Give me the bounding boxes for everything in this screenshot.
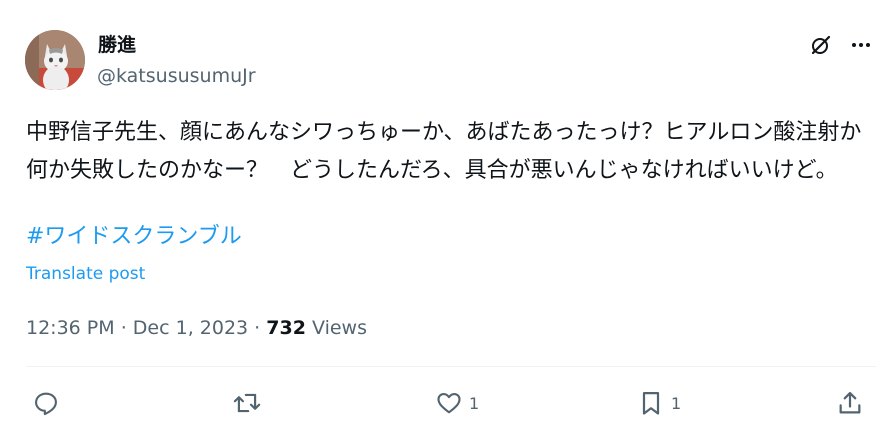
retweet-icon: [233, 393, 261, 413]
bookmark-button[interactable]: 1: [637, 388, 681, 418]
bookmark-icon: [642, 391, 660, 415]
translate-post-link[interactable]: Translate post: [26, 262, 145, 286]
hashtag-link[interactable]: #ワイドスクランブル: [26, 218, 242, 256]
like-button[interactable]: 1: [435, 388, 479, 418]
author-handle[interactable]: @katsususumuJr: [97, 64, 256, 88]
reply-icon: [35, 392, 57, 416]
meta-separator: ·: [254, 317, 261, 339]
cat-avatar-image: [25, 30, 85, 90]
tweet-card: 勝進 @katsususumuJr 中野信子先生、顔にあんなシワっちゅーか、あば…: [0, 0, 895, 433]
tweet-time[interactable]: 12:36 PM: [26, 317, 115, 339]
retweet-button[interactable]: [232, 388, 262, 418]
reply-button[interactable]: [32, 388, 60, 418]
views-count: 732: [266, 317, 306, 339]
more-options-button[interactable]: [846, 30, 876, 60]
share-button[interactable]: [836, 388, 864, 418]
avatar[interactable]: [25, 30, 85, 90]
grok-icon: [811, 35, 831, 55]
bookmark-count: 1: [671, 393, 682, 413]
like-count: 1: [469, 393, 480, 413]
meta-separator: ·: [120, 317, 127, 339]
divider: [26, 366, 876, 367]
views-label: Views: [311, 317, 367, 339]
heart-icon: [437, 392, 461, 414]
tweet-meta: 12:36 PM · Dec 1, 2023 · 732 Views: [26, 316, 367, 340]
more-icon: [852, 43, 870, 47]
author-display-name[interactable]: 勝進: [98, 33, 136, 57]
tweet-date[interactable]: Dec 1, 2023: [133, 317, 248, 339]
tweet-text: 中野信子先生、顔にあんなシワっちゅーか、あばたあったっけ？ヒアルロン酸注射か何か…: [26, 120, 862, 183]
grok-button[interactable]: [806, 30, 836, 60]
share-icon: [839, 391, 861, 414]
